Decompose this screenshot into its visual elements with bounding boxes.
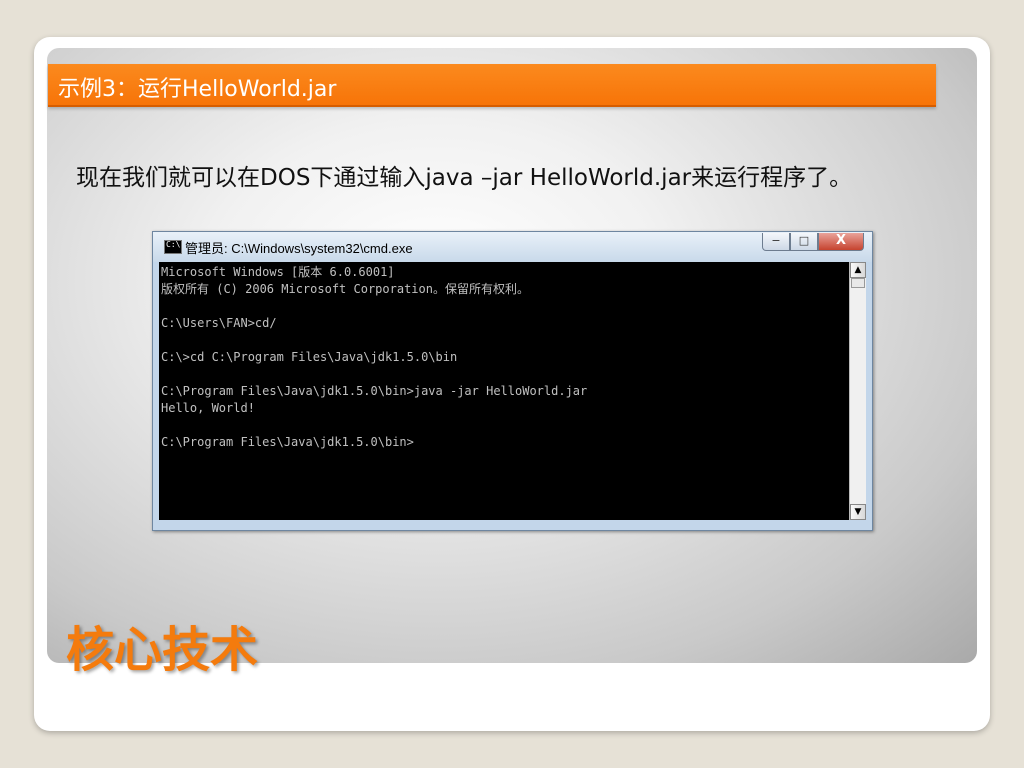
slide-title-bar: 示例3：运行HelloWorld.jar	[48, 64, 936, 107]
slide-subtitle: 现在我们就可以在DOS下通过输入java –jar HelloWorld.jar…	[76, 165, 853, 191]
scroll-up-icon[interactable]: ▲	[850, 262, 866, 278]
cmd-window-title: 管理员: C:\Windows\system32\cmd.exe	[185, 241, 413, 256]
slide-title: 示例3：运行HelloWorld.jar	[58, 77, 337, 102]
console-text: Microsoft Windows [版本 6.0.6001] 版权所有 (C)…	[161, 265, 588, 449]
cmd-titlebar[interactable]: 管理员: C:\Windows\system32\cmd.exe − □ X	[153, 232, 872, 262]
minimize-button[interactable]: −	[762, 233, 790, 251]
maximize-button[interactable]: □	[790, 233, 818, 251]
cmd-icon	[164, 240, 182, 254]
vertical-scrollbar[interactable]: ▲ ▼	[849, 262, 866, 520]
scroll-thumb[interactable]	[851, 278, 865, 288]
cmd-window[interactable]: 管理员: C:\Windows\system32\cmd.exe − □ X M…	[152, 231, 873, 531]
footer-title: 核心技术	[66, 622, 259, 678]
console-output[interactable]: Microsoft Windows [版本 6.0.6001] 版权所有 (C)…	[159, 262, 849, 520]
window-controls: − □ X	[762, 233, 864, 251]
close-button[interactable]: X	[818, 233, 864, 251]
scroll-down-icon[interactable]: ▼	[850, 504, 866, 520]
